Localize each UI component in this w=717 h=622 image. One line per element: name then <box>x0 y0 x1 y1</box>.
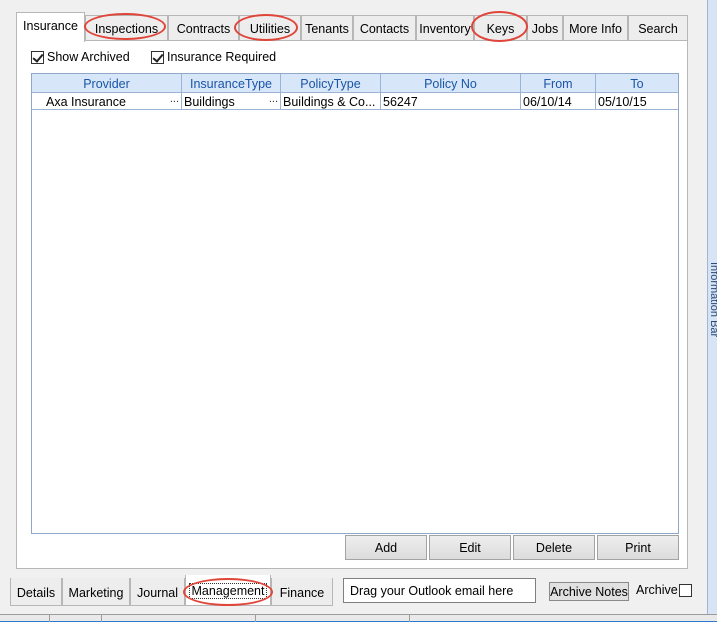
cell-from: 06/10/14 <box>521 93 596 110</box>
edit-button[interactable]: Edit <box>429 535 511 560</box>
cell-to: 05/10/15 <box>598 94 647 109</box>
archive-notes-button[interactable]: Archive Notes <box>549 582 629 601</box>
tab-contracts[interactable]: Contracts <box>168 15 239 41</box>
checkbox-label: Insurance Required <box>167 50 277 64</box>
tab-label: Insurance <box>23 18 78 33</box>
archive-label: Archive <box>636 583 678 597</box>
tab-inventory[interactable]: Inventory <box>416 15 474 41</box>
tab-label: Utilities <box>249 21 291 36</box>
tab-insurance[interactable]: Insurance <box>16 12 85 42</box>
column-header-policy-type[interactable]: PolicyType <box>281 74 381 93</box>
bottom-tab-management[interactable]: Management <box>185 575 271 606</box>
bottom-tab-journal[interactable]: Journal <box>130 578 185 606</box>
tab-jobs[interactable]: Jobs <box>527 15 563 41</box>
information-side-bar[interactable]: Information Bar <box>707 0 717 614</box>
tab-inspections[interactable]: Inspections <box>85 15 168 41</box>
ellipsis-icon: ... <box>268 93 278 105</box>
ellipsis-icon: ... <box>169 93 179 105</box>
column-header-from[interactable]: From <box>521 74 596 93</box>
cell-policy-type: Buildings & Co... <box>281 93 381 110</box>
column-header-to[interactable]: To <box>596 74 678 93</box>
bottom-tab-finance[interactable]: Finance <box>271 578 333 606</box>
tab-label: Inventory <box>419 21 471 36</box>
grid-header: Provider InsuranceType PolicyType Policy… <box>32 74 678 93</box>
tab-label: Keys <box>486 21 515 36</box>
insurance-required-checkbox[interactable]: Insurance Required <box>151 50 276 64</box>
tab-more-info[interactable]: More Info <box>563 15 628 41</box>
outlook-drop-zone[interactable]: Drag your Outlook email here <box>343 578 536 603</box>
column-header-provider[interactable]: Provider <box>32 74 182 93</box>
bottom-tab-marketing[interactable]: Marketing <box>62 578 130 606</box>
add-button[interactable]: Add <box>345 535 427 560</box>
column-header-policy-no[interactable]: Policy No <box>381 74 521 93</box>
tab-label: Contracts <box>176 21 231 36</box>
insurance-grid[interactable]: Provider InsuranceType PolicyType Policy… <box>31 73 679 534</box>
tab-label: Tenants <box>305 21 349 36</box>
checkbox-label: Show Archived <box>47 50 130 64</box>
tab-label: Inspections <box>94 21 159 36</box>
column-header-insurance-type[interactable]: InsuranceType <box>182 74 281 93</box>
delete-button[interactable]: Delete <box>513 535 595 560</box>
bottom-tab-details[interactable]: Details <box>10 578 62 606</box>
cell-policy-no: 56247 <box>381 93 521 110</box>
cell-insurance-type: Buildings... <box>182 93 281 110</box>
checkbox-checked-icon <box>31 50 44 64</box>
status-strip <box>0 614 717 622</box>
print-button[interactable]: Print <box>597 535 679 560</box>
tab-search[interactable]: Search <box>628 15 688 41</box>
checkbox-checked-icon <box>151 50 164 64</box>
cell-provider: Axa Insurance... <box>32 93 182 110</box>
tab-contacts[interactable]: Contacts <box>353 15 416 41</box>
tab-tenants[interactable]: Tenants <box>301 15 353 41</box>
app-window: Insurance Inspections Contracts Utilitie… <box>0 0 707 614</box>
tab-label: Jobs <box>531 21 559 36</box>
tab-label: More Info <box>569 21 622 36</box>
side-bar-label: Information Bar <box>708 262 717 338</box>
insurance-panel: Show Archived Insurance Required Provide… <box>16 40 688 569</box>
tab-keys[interactable]: Keys <box>474 15 527 41</box>
table-row[interactable]: Axa Insurance... Buildings... Buildings … <box>32 93 678 110</box>
tab-label: Search <box>638 21 678 36</box>
tab-label: Contacts <box>359 21 410 36</box>
show-archived-checkbox[interactable]: Show Archived <box>31 50 130 64</box>
archive-checkbox[interactable] <box>679 584 692 597</box>
tab-utilities[interactable]: Utilities <box>239 15 301 41</box>
